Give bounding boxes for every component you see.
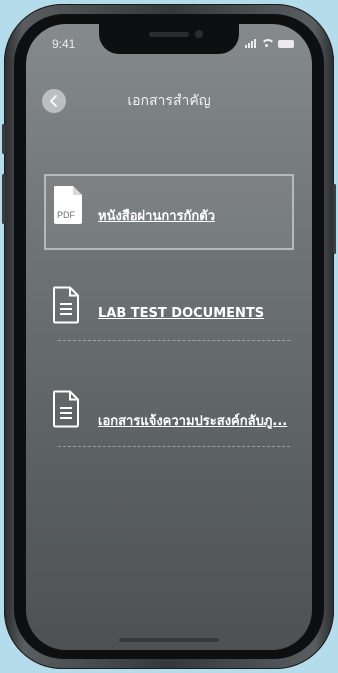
svg-text:PDF: PDF (57, 210, 76, 220)
document-icon (53, 286, 79, 324)
document-label[interactable]: เอกสารแจ้งความประสงค์กลับภู... (98, 410, 290, 431)
page-title: เอกสารสำคัญ (127, 93, 211, 109)
document-item-quarantine-certificate[interactable]: PDF หนังสือผ่านการกักตัว (52, 179, 290, 239)
document-item-lab-test[interactable]: LAB TEST DOCUMENTS (52, 282, 290, 342)
battery-icon (278, 40, 294, 48)
home-indicator (119, 638, 219, 642)
item-divider (58, 446, 290, 447)
document-label[interactable]: หนังสือผ่านการกักตัว (98, 205, 215, 226)
status-bar: 9:41 (26, 37, 312, 55)
item-divider (58, 340, 290, 341)
app-screen: 9:41 เอกสารสำคัญ PDF หนังสือผ่านการกักตั… (26, 24, 312, 650)
pdf-file-icon: PDF (54, 186, 82, 224)
document-icon (53, 390, 79, 428)
wifi-icon (261, 38, 273, 48)
signal-icon (245, 38, 256, 48)
document-label[interactable]: LAB TEST DOCUMENTS (98, 306, 264, 321)
status-time: 9:41 (52, 37, 76, 51)
document-item-return-notice[interactable]: เอกสารแจ้งความประสงค์กลับภู... (52, 386, 290, 447)
